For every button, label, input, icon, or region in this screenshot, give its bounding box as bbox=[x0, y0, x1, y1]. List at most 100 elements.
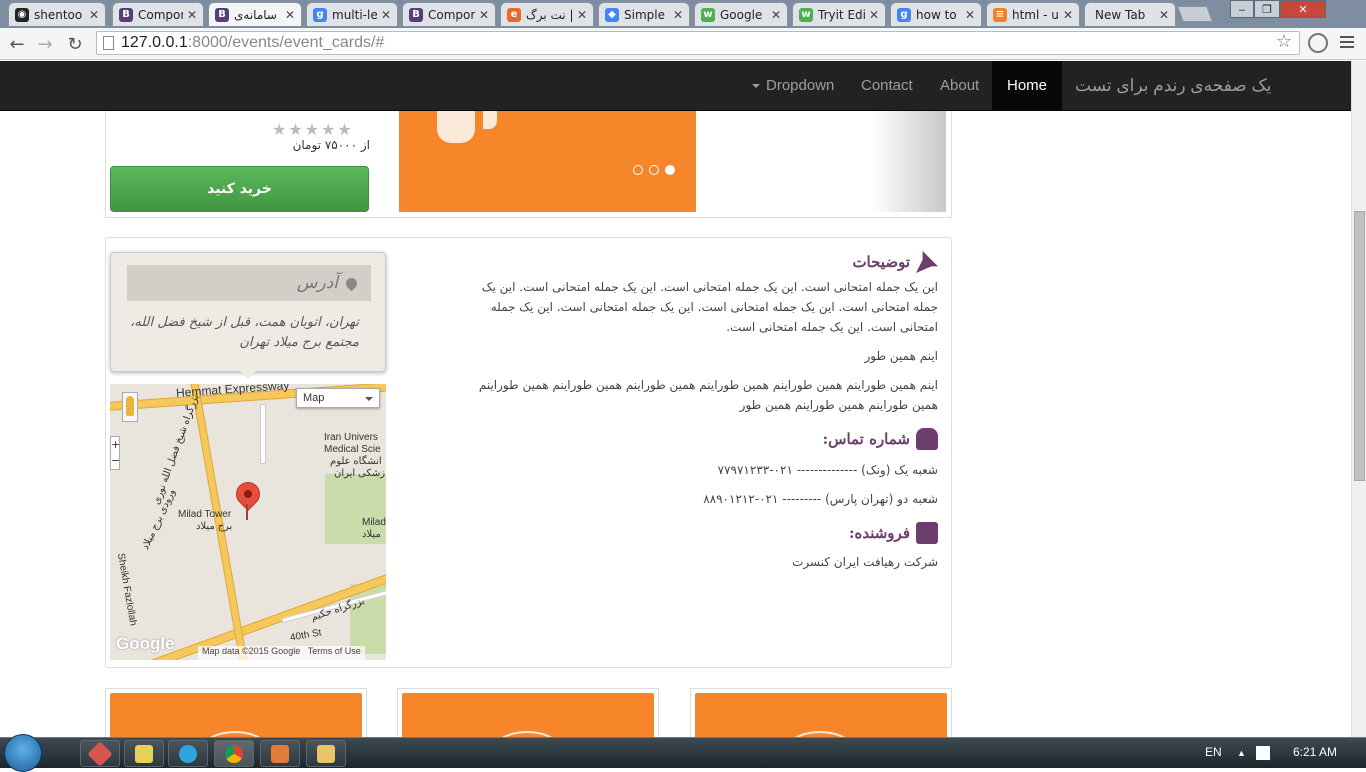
maximize-button[interactable]: ❐ bbox=[1254, 0, 1280, 18]
carousel-dot-active[interactable] bbox=[665, 165, 675, 175]
bootstrap-icon: B bbox=[409, 7, 423, 22]
browser-tab[interactable]: ◆ Simple ✕ bbox=[598, 2, 690, 26]
map-pin-tail bbox=[246, 504, 248, 520]
language-indicator[interactable]: EN bbox=[1205, 745, 1222, 759]
pushpin-icon bbox=[916, 251, 938, 273]
close-icon[interactable]: ✕ bbox=[479, 8, 489, 22]
rating-stars[interactable]: ★★★★★ bbox=[272, 120, 354, 139]
description-paragraph: اینم همین طور bbox=[864, 349, 938, 363]
image-carousel[interactable] bbox=[399, 111, 696, 212]
map-pin-icon[interactable] bbox=[231, 477, 265, 511]
zoom-in-button[interactable]: + bbox=[111, 437, 120, 453]
page-icon bbox=[103, 36, 114, 50]
stackoverflow-icon: ≡ bbox=[993, 7, 1007, 22]
browser-tab[interactable]: g how to ✕ bbox=[890, 2, 982, 26]
close-icon[interactable]: ✕ bbox=[1063, 8, 1073, 22]
close-icon[interactable]: ✕ bbox=[771, 8, 781, 22]
carousel-dot[interactable] bbox=[649, 165, 659, 175]
close-icon[interactable]: ✕ bbox=[673, 8, 683, 22]
forward-button[interactable]: → bbox=[34, 33, 56, 55]
nav-contact[interactable]: Contact bbox=[861, 61, 913, 111]
tray-expand-icon[interactable]: ▲ bbox=[1237, 748, 1246, 758]
browser-tab[interactable]: ◉ shentoo ✕ bbox=[8, 2, 106, 26]
terms-link[interactable]: Terms of Use bbox=[308, 646, 361, 656]
street-view-pegman-icon[interactable] bbox=[122, 392, 138, 422]
carousel-image bbox=[437, 111, 475, 143]
clock[interactable]: 6:21 AM bbox=[1293, 745, 1337, 759]
browser-tab[interactable]: g multi-le ✕ bbox=[306, 2, 398, 26]
paint-icon bbox=[271, 744, 289, 763]
close-icon[interactable]: ✕ bbox=[1159, 8, 1169, 22]
new-tab-button[interactable] bbox=[1177, 6, 1213, 22]
browser-tab[interactable]: w Tryit Edi ✕ bbox=[792, 2, 886, 26]
taskbar-app[interactable] bbox=[260, 740, 300, 767]
close-icon[interactable]: ✕ bbox=[869, 8, 879, 22]
browser-tab[interactable]: New Tab ✕ bbox=[1084, 2, 1176, 26]
navbar-brand[interactable]: یک صفحه‌ی رندم برای تست bbox=[1075, 61, 1271, 111]
nav-home[interactable]: Home bbox=[992, 61, 1063, 111]
map-attribution: Map data ©2015 Google Terms of Use bbox=[198, 646, 365, 660]
carousel-dot[interactable] bbox=[633, 165, 643, 175]
browser-tab[interactable]: B Compor ✕ bbox=[112, 2, 204, 26]
browser-toolbar: ← → ↻ 127.0.0.1:8000/events/event_cards/… bbox=[0, 28, 1366, 60]
w3schools-icon: w bbox=[701, 7, 715, 22]
event-card-image bbox=[402, 693, 654, 737]
network-icon[interactable] bbox=[1256, 746, 1270, 760]
map-zoom-control[interactable]: + − bbox=[110, 436, 120, 470]
event-card-image bbox=[695, 693, 947, 737]
nav-about[interactable]: About bbox=[940, 61, 979, 111]
window-close-button[interactable]: ✕ bbox=[1280, 0, 1326, 18]
close-icon[interactable]: ✕ bbox=[89, 8, 99, 22]
address-popover: آدرس تهران، اتوبان همت، قبل از شیخ فضل ا… bbox=[110, 252, 386, 372]
close-icon[interactable]: ✕ bbox=[965, 8, 975, 22]
telegram-icon bbox=[179, 744, 197, 763]
address-text: تهران، اتوبان همت، قبل از شیخ فضل الله، … bbox=[130, 315, 359, 350]
page-scrollbar[interactable] bbox=[1351, 61, 1366, 737]
minimize-button[interactable]: ‒ bbox=[1230, 0, 1254, 18]
browser-tab[interactable]: e نت برگ | ✕ bbox=[500, 2, 594, 26]
popover-arrow bbox=[240, 371, 256, 379]
zoom-out-button[interactable]: − bbox=[111, 453, 120, 469]
back-button[interactable]: ← bbox=[6, 33, 28, 55]
page-viewport: ★★★★★ از ۷۵۰۰۰ تومان خرید کنید Dropdown … bbox=[0, 61, 1351, 737]
address-bar[interactable]: 127.0.0.1:8000/events/event_cards/# bbox=[96, 31, 1300, 55]
contact-heading: شماره تماس: bbox=[470, 424, 938, 454]
caret-down-icon bbox=[752, 84, 760, 89]
map-marker-icon bbox=[343, 275, 360, 292]
google-dev-icon: ◆ bbox=[605, 7, 619, 22]
briefcase-icon bbox=[916, 522, 938, 544]
seller-heading: فروشنده: bbox=[470, 518, 938, 548]
reload-button[interactable]: ↻ bbox=[64, 33, 86, 55]
browser-tab[interactable]: B Compor ✕ bbox=[402, 2, 496, 26]
close-icon[interactable]: ✕ bbox=[187, 8, 197, 22]
taskbar-app[interactable] bbox=[168, 740, 208, 767]
google-map[interactable]: Hemmat Expressway Iran Univers Medical S… bbox=[110, 384, 386, 660]
close-icon[interactable]: ✕ bbox=[381, 8, 391, 22]
top-navbar: Dropdown Contact About Home یک صفحه‌ی رن… bbox=[0, 61, 1351, 111]
event-card[interactable] bbox=[105, 688, 367, 737]
windows-taskbar: EN ▲ 6:21 AM bbox=[0, 734, 1366, 772]
google-logo: Google bbox=[116, 634, 175, 653]
menu-icon[interactable] bbox=[1340, 36, 1354, 50]
browser-tab-active[interactable]: B سامانه‌ی ✕ bbox=[208, 2, 302, 26]
browser-tab[interactable]: w Google ✕ bbox=[694, 2, 788, 26]
taskbar-app[interactable] bbox=[80, 740, 120, 767]
event-card[interactable] bbox=[690, 688, 952, 737]
browser-tab[interactable]: ≡ html - u ✕ bbox=[986, 2, 1080, 26]
taskbar-app-active[interactable] bbox=[214, 740, 254, 767]
start-button[interactable] bbox=[4, 734, 42, 772]
map-type-select[interactable]: Map bbox=[296, 388, 380, 408]
contact-branch: شعبه دو (تهران پارس) --------- ۰۲۱-۸۸۹۰۱… bbox=[703, 492, 938, 506]
globe-icon[interactable] bbox=[1308, 33, 1328, 53]
taskbar-app[interactable] bbox=[306, 740, 346, 767]
scrollbar-thumb[interactable] bbox=[1354, 211, 1365, 481]
close-icon[interactable]: ✕ bbox=[285, 8, 295, 22]
nav-dropdown[interactable]: Dropdown bbox=[752, 61, 834, 111]
event-card[interactable] bbox=[397, 688, 659, 737]
bookmark-star-icon[interactable]: ☆ bbox=[1276, 31, 1292, 52]
taskbar-app[interactable] bbox=[124, 740, 164, 767]
folder-icon bbox=[317, 744, 335, 763]
buy-button[interactable]: خرید کنید bbox=[110, 166, 369, 212]
chrome-icon bbox=[225, 744, 243, 763]
close-icon[interactable]: ✕ bbox=[577, 8, 587, 22]
